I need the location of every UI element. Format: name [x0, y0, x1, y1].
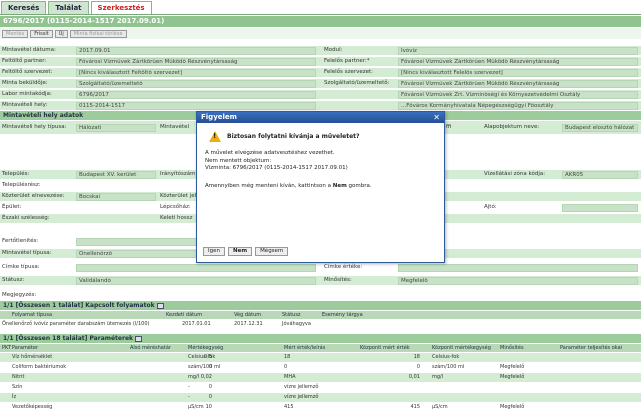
- confirm-dialog: Figyelem ✕ ! Biztosan folytatni kívánja a …: [196, 111, 445, 263]
- question-text: Biztosan folytatni kívánja a műveletet?: [227, 132, 360, 140]
- dialog-text: A művelet elvégzése adatvesztéshez vezet…: [205, 150, 335, 156]
- hint-text: gombra.: [346, 182, 372, 189]
- hint-text: Amennyiben még menteni kíván, kattintson…: [205, 182, 333, 189]
- close-icon[interactable]: ✕: [433, 112, 440, 123]
- dialog-question: ! Biztosan folytatni kívánja a műveletet?: [209, 131, 436, 142]
- no-button[interactable]: Nem: [227, 247, 253, 256]
- dialog-text: Nem mentett objektum:: [205, 157, 272, 164]
- dialog-title: Figyelem: [201, 113, 237, 121]
- modal-overlay: Figyelem ✕ ! Biztosan folytatni kívánja a …: [0, 0, 641, 415]
- dialog-title-bar: Figyelem ✕: [197, 112, 444, 123]
- yes-button[interactable]: Igen: [203, 247, 225, 256]
- dialog-hint: Amennyiben még menteni kíván, kattintson…: [205, 183, 436, 191]
- cancel-button[interactable]: Mégsem: [255, 247, 289, 256]
- warning-icon: !: [209, 131, 221, 142]
- dialog-text: Vízminta: 6796/2017 (0115-2014-1517 2017…: [205, 165, 348, 171]
- hint-bold: Nem: [332, 182, 347, 189]
